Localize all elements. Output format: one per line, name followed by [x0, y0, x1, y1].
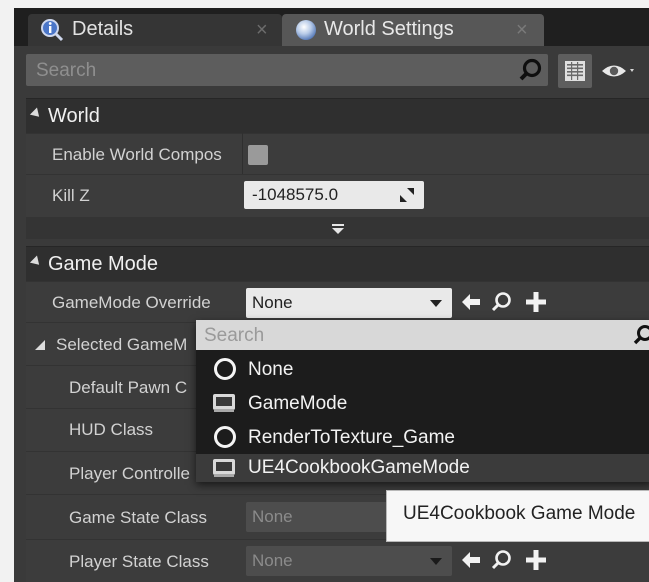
- enable-world-composition-label: Enable World Compos: [52, 145, 222, 164]
- tooltip-text: UE4Cookbook Game Mode: [403, 503, 636, 524]
- hud-class-label: HUD Class: [69, 420, 154, 439]
- browse-search-icon[interactable]: [490, 548, 514, 572]
- selected-gamemode-label: Selected GameM: [56, 335, 188, 354]
- add-plus-icon[interactable]: [524, 548, 548, 572]
- blueprint-icon: [212, 457, 236, 479]
- kill-z-value: -1048575.0: [252, 185, 339, 204]
- circle-icon: [214, 426, 236, 448]
- dropdown-item-rendertotexture[interactable]: RenderToTexture_Game: [196, 420, 649, 454]
- dropdown-search-input[interactable]: [202, 322, 626, 350]
- circle-icon: [214, 358, 236, 380]
- dropdown-item-none[interactable]: None: [196, 352, 649, 386]
- default-pawn-label: Default Pawn C: [69, 378, 188, 397]
- kill-z-row: Kill Z -1048575.0: [26, 174, 649, 217]
- add-plus-icon[interactable]: [524, 290, 548, 314]
- game-state-label: Game State Class: [69, 508, 207, 527]
- search-input[interactable]: [34, 57, 508, 85]
- dropdown-item-label: GameMode: [248, 393, 348, 414]
- dropdown-item-ue4cookbookgamemode[interactable]: UE4CookbookGameMode: [196, 454, 649, 482]
- player-state-combo[interactable]: None: [246, 546, 452, 576]
- view-options-grid-icon[interactable]: [558, 54, 592, 88]
- gamemode-override-label: GameMode Override: [52, 293, 211, 312]
- advanced-expander[interactable]: [26, 217, 649, 239]
- tab-world-settings[interactable]: World Settings ×: [282, 14, 544, 46]
- resize-arrows-icon: [398, 186, 416, 204]
- dropdown-item-label: None: [248, 359, 294, 380]
- gamemode-override-value: None: [252, 293, 293, 312]
- collapse-triangle-icon: [34, 338, 46, 350]
- browse-search-icon[interactable]: [490, 290, 514, 314]
- chevron-down-icon: [430, 300, 442, 307]
- collapse-triangle-icon: [29, 107, 43, 121]
- tab-details[interactable]: Details ×: [28, 14, 282, 46]
- search-icon[interactable]: [518, 57, 544, 83]
- globe-icon: [294, 18, 318, 42]
- expand-down-icon: [330, 223, 346, 235]
- game-mode-section-title: Game Mode: [48, 253, 159, 275]
- tab-bar: Details × World Settings ×: [14, 8, 649, 46]
- search-icon[interactable]: [632, 323, 649, 347]
- magnifier-info-icon: [40, 18, 64, 42]
- dropdown-item-label: RenderToTexture_Game: [248, 427, 455, 448]
- kill-z-label: Kill Z: [52, 186, 90, 205]
- close-icon[interactable]: ×: [516, 19, 528, 42]
- tab-details-label: Details: [72, 18, 134, 40]
- game-mode-section-header[interactable]: Game Mode: [26, 246, 649, 281]
- blueprint-icon: [212, 392, 236, 414]
- close-icon[interactable]: ×: [256, 19, 268, 42]
- search-box: [26, 54, 548, 86]
- chevron-down-icon: [430, 558, 442, 565]
- player-state-label: Player State Class: [69, 552, 209, 571]
- world-settings-panel: Details × World Settings × Search World …: [14, 8, 649, 582]
- kill-z-field[interactable]: -1048575.0: [244, 181, 424, 209]
- enable-world-composition-checkbox[interactable]: [248, 145, 268, 165]
- player-controller-label: Player Controlle: [69, 464, 190, 483]
- tab-world-settings-label: World Settings: [324, 18, 454, 40]
- gamemode-override-row: GameMode Override None: [26, 281, 649, 322]
- player-state-row: Player State Class None: [26, 539, 649, 582]
- dropdown-item-gamemode[interactable]: GameMode: [196, 386, 649, 420]
- class-picker-dropdown: None GameMode RenderToTexture_Game: [196, 320, 649, 482]
- eye-icon[interactable]: [600, 56, 636, 86]
- player-state-value: None: [252, 551, 293, 570]
- game-state-value: None: [252, 507, 293, 526]
- world-section-header[interactable]: World: [26, 98, 649, 133]
- dropdown-item-label: UE4CookbookGameMode: [248, 457, 470, 478]
- tooltip: UE4Cookbook Game Mode: [386, 490, 649, 542]
- world-section-title: World: [48, 105, 100, 127]
- search-row: [26, 54, 638, 88]
- collapse-triangle-icon: [29, 255, 43, 269]
- gamemode-override-combo[interactable]: None: [246, 288, 452, 318]
- dropdown-search-box: [196, 320, 649, 350]
- use-selected-arrow-icon[interactable]: [460, 549, 482, 571]
- use-selected-arrow-icon[interactable]: [460, 291, 482, 313]
- enable-world-composition-row: Enable World Compos: [26, 133, 649, 174]
